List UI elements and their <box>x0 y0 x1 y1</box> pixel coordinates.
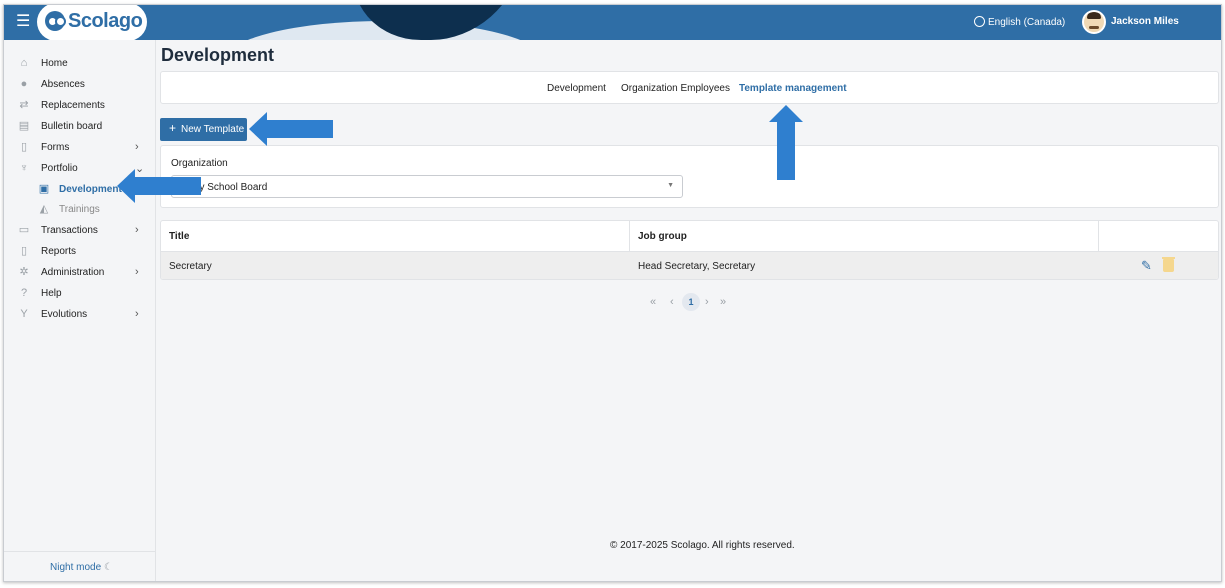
form-icon: ▯ <box>20 141 28 153</box>
prev-page-button[interactable]: ‹ <box>670 296 674 308</box>
sidebar-item-help[interactable]: ? Help <box>4 284 154 304</box>
user-absence-icon: ● <box>20 78 28 90</box>
sidebar-item-label: Home <box>41 58 68 69</box>
caret-down-icon: ▼ <box>667 182 674 189</box>
sidebar-item-label: Trainings <box>59 204 100 215</box>
tab-organization-employees[interactable]: Organization Employees <box>621 83 730 94</box>
user-avatar[interactable] <box>1082 10 1106 34</box>
hamburger-menu-icon[interactable]: ☰ <box>16 13 32 31</box>
replacement-icon: ⇄ <box>19 99 29 111</box>
table-row[interactable]: Secretary Head Secretary, Secretary ✎ <box>161 251 1218 279</box>
plus-icon: + <box>169 121 177 135</box>
app-window: ☰ Scolago English (Canada) Jackson Miles… <box>3 4 1222 582</box>
sidebar-item-replacements[interactable]: ⇄ Replacements <box>4 96 154 116</box>
transactions-icon: ▭ <box>18 224 30 236</box>
gear-icon: ✲ <box>19 266 29 278</box>
chevron-right-icon: › <box>135 308 139 320</box>
annotation-arrow-template-tab <box>769 105 803 180</box>
sidebar-item-label: Replacements <box>41 100 105 111</box>
help-icon: ? <box>20 287 28 299</box>
sidebar-footer: Night mode ☾ <box>4 551 156 581</box>
annotation-arrow-development <box>117 169 201 203</box>
sidebar-item-home[interactable]: ⌂ Home <box>4 54 154 74</box>
current-page-button[interactable]: 1 <box>682 293 700 311</box>
new-template-label: New Template <box>181 124 245 135</box>
globe-icon <box>974 16 985 27</box>
page-title: Development <box>161 45 275 65</box>
home-icon: ⌂ <box>20 57 28 69</box>
top-bar: ☰ Scolago English (Canada) Jackson Miles <box>4 5 1221 40</box>
row-job-group: Head Secretary, Secretary <box>638 261 756 272</box>
logo[interactable]: Scolago <box>37 5 147 40</box>
language-selector[interactable]: English (Canada) <box>974 16 1065 28</box>
sidebar-item-label: Development <box>59 184 122 195</box>
tab-development[interactable]: Development <box>547 83 606 94</box>
sidebar-item-label: Bulletin board <box>41 121 103 132</box>
language-label: English (Canada) <box>988 17 1066 28</box>
sidebar-item-label: Portfolio <box>41 163 78 174</box>
moon-icon: ☾ <box>103 562 113 573</box>
sidebar-item-evolutions[interactable]: Y Evolutions › <box>4 305 154 325</box>
copyright-footer: © 2017-2025 Scolago. All rights reserved… <box>610 540 795 551</box>
chevron-right-icon: › <box>135 141 139 153</box>
organization-filter-card: Organization y Sky School Board ▼ <box>160 145 1219 208</box>
sidebar-item-label: Transactions <box>41 225 98 236</box>
column-header-title: Title <box>169 231 190 242</box>
pencil-edit-icon[interactable]: ✎ <box>1141 259 1155 273</box>
report-icon: ▯ <box>20 245 28 257</box>
tabs-bar: Development Organization Employees Templ… <box>160 71 1219 104</box>
trash-delete-icon[interactable] <box>1162 257 1175 272</box>
sidebar-item-label: Absences <box>41 79 85 90</box>
sidebar-item-administration[interactable]: ✲ Administration › <box>4 263 154 283</box>
organization-select[interactable]: y Sky School Board ▼ <box>171 175 683 198</box>
night-mode-label: Night mode <box>50 562 102 573</box>
organization-label: Organization <box>171 158 228 169</box>
sidebar-item-label: Forms <box>41 142 70 153</box>
sidebar-item-bulletin-board[interactable]: ▤ Bulletin board <box>4 117 154 137</box>
sidebar-item-absences[interactable]: ● Absences <box>4 75 154 95</box>
user-name[interactable]: Jackson Miles <box>1111 16 1179 27</box>
row-title: Secretary <box>169 261 212 272</box>
chevron-right-icon: › <box>135 266 139 278</box>
first-page-button[interactable]: « <box>650 296 656 308</box>
evolution-icon: Y <box>20 308 28 320</box>
annotation-arrow-new-template <box>249 112 333 146</box>
tab-template-management[interactable]: Template management <box>739 83 847 94</box>
last-page-button[interactable]: » <box>720 296 726 308</box>
sidebar-item-label: Reports <box>41 246 77 257</box>
sidebar-item-transactions[interactable]: ▭ Transactions › <box>4 221 154 241</box>
sidebar-item-label: Administration <box>41 267 105 278</box>
sidebar-item-label: Evolutions <box>41 309 88 320</box>
trophy-icon: ♆ <box>19 162 29 174</box>
sidebar-item-reports[interactable]: ▯ Reports <box>4 242 154 262</box>
next-page-button[interactable]: › <box>705 296 709 308</box>
graduation-cap-icon: ◭ <box>39 203 49 215</box>
templates-table: Title Job group Secretary Head Secretary… <box>160 220 1219 280</box>
chevron-right-icon: › <box>135 224 139 236</box>
sidebar-item-forms[interactable]: ▯ Forms › <box>4 138 154 158</box>
sidebar-item-label: Help <box>41 288 62 299</box>
sidebar: ⌂ Home ● Absences ⇄ Replacements ▤ Bulle… <box>4 40 156 581</box>
new-template-button[interactable]: + New Template <box>160 118 247 141</box>
owl-logo-icon <box>45 11 66 31</box>
bulletin-board-icon: ▤ <box>18 120 30 132</box>
sidebar-item-trainings[interactable]: ◭ Trainings <box>4 200 154 220</box>
logo-text: Scolago <box>68 10 143 32</box>
column-header-job-group: Job group <box>638 231 687 242</box>
night-mode-toggle[interactable]: Night mode ☾ <box>50 562 113 573</box>
development-icon: ▣ <box>38 183 50 195</box>
